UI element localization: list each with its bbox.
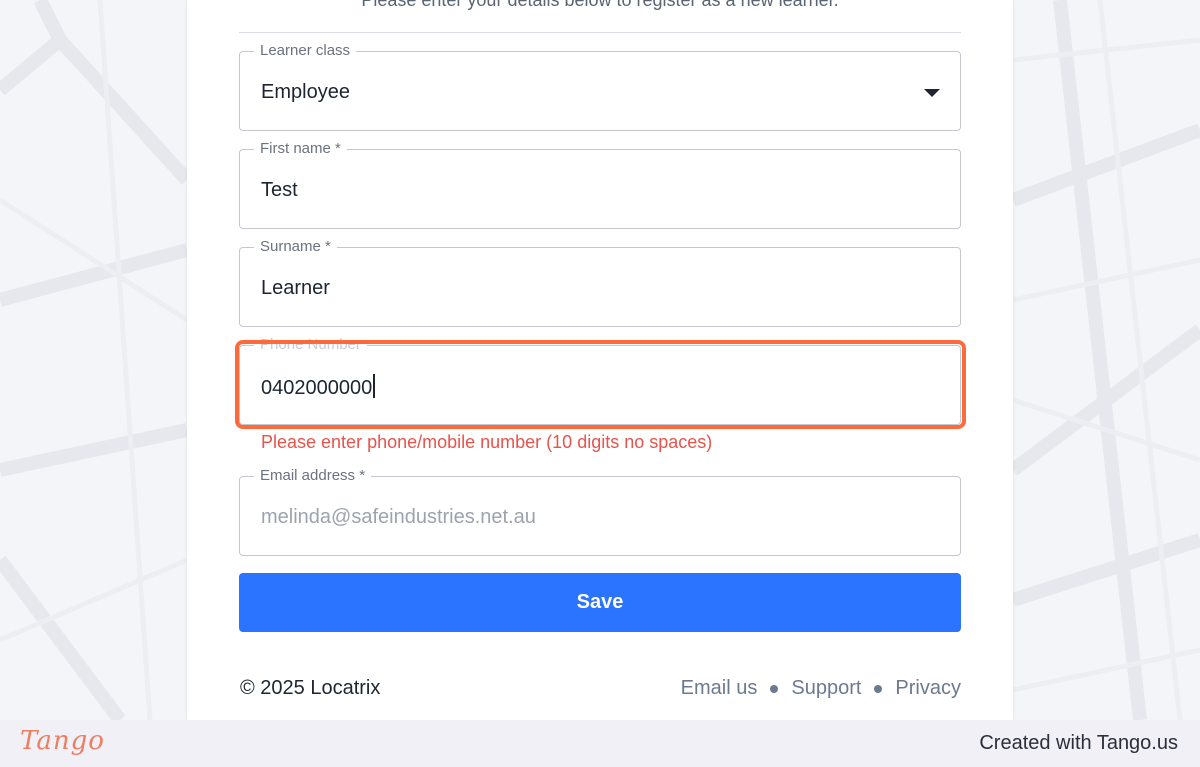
tango-credit: Created with Tango.us <box>979 732 1178 754</box>
chevron-down-icon[interactable] <box>924 89 940 97</box>
focus-highlight <box>235 340 966 429</box>
save-button[interactable]: Save <box>239 573 961 632</box>
email-placeholder: melinda@safeindustries.net.au <box>261 506 536 528</box>
privacy-link[interactable]: Privacy <box>895 677 961 700</box>
surname-value: Learner <box>261 277 330 299</box>
learner-class-value: Employee <box>261 81 350 103</box>
copyright: © 2025 Locatrix <box>240 677 381 699</box>
divider <box>239 32 961 33</box>
phone-error-message: Please enter phone/mobile number (10 dig… <box>261 432 713 452</box>
learner-class-label: Learner class <box>254 42 357 60</box>
bullet-separator <box>874 684 883 693</box>
footer-links: Email us Support Privacy <box>681 677 961 700</box>
learner-class-select[interactable]: Learner class Employee <box>239 42 961 131</box>
surname-label: Surname * <box>254 238 337 256</box>
tango-footer-bar: Tango Created with Tango.us <box>0 720 1200 767</box>
email-field[interactable]: Email address * melinda@safeindustries.n… <box>239 467 961 556</box>
first-name-field[interactable]: First name * Test <box>239 140 961 229</box>
email-us-link[interactable]: Email us <box>681 677 758 700</box>
registration-card: Please enter your details below to regis… <box>187 0 1013 720</box>
surname-field[interactable]: Surname * Learner <box>239 238 961 327</box>
email-label: Email address * <box>254 467 372 485</box>
bullet-separator <box>770 684 779 693</box>
tango-logo: Tango <box>20 726 105 756</box>
support-link[interactable]: Support <box>791 677 861 700</box>
first-name-value: Test <box>261 179 298 201</box>
first-name-label: First name * <box>254 140 347 158</box>
intro-text: Please enter your details below to regis… <box>361 0 839 10</box>
